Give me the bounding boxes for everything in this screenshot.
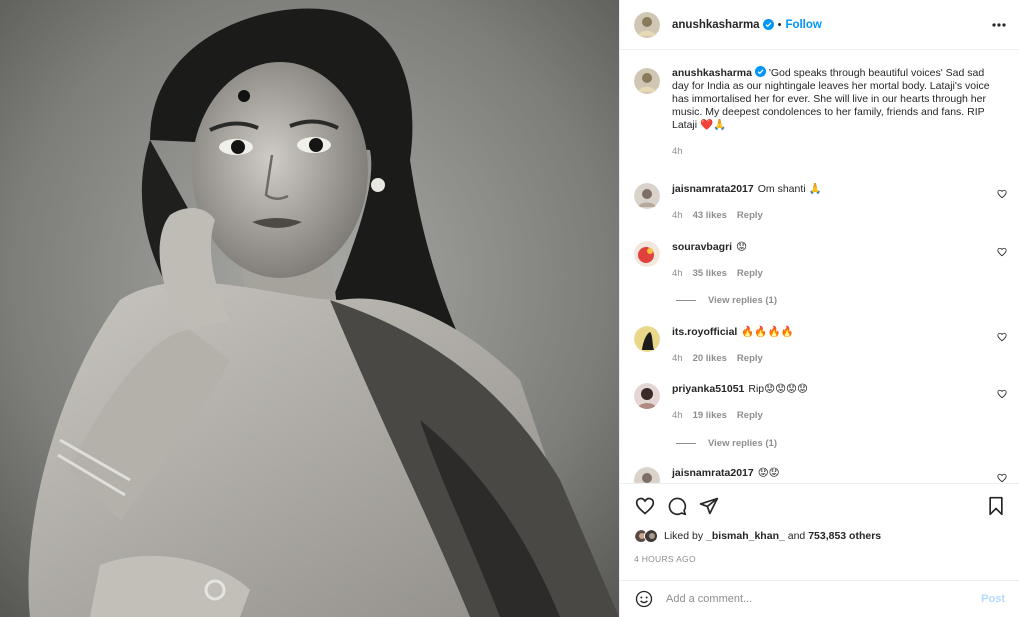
likes-prefix: Liked by: [664, 530, 707, 542]
comment-likes[interactable]: 43 likes: [693, 210, 727, 221]
avatar[interactable]: [634, 326, 660, 352]
view-replies-button[interactable]: View replies (1): [676, 295, 777, 306]
heart-icon[interactable]: [634, 495, 656, 517]
comment-time: 4h: [672, 353, 683, 364]
header-username[interactable]: anushkasharma: [672, 19, 760, 31]
avatar[interactable]: [644, 529, 658, 543]
comment-item: priyanka51051 Rip😟😟😟😟 4h 19 likes Reply: [634, 383, 1007, 421]
emoji-icon[interactable]: [634, 589, 654, 609]
post-timestamp[interactable]: 4 HOURS AGO: [634, 554, 696, 564]
heart-icon[interactable]: [997, 189, 1007, 199]
likes-text: Liked by _bismah_khan_ and 753,853 other…: [664, 530, 881, 542]
post-header: anushkasharma • Follow: [620, 0, 1019, 50]
more-horizontal-icon[interactable]: [991, 17, 1007, 33]
heart-icon[interactable]: [997, 247, 1007, 257]
comment-item: jaisnamrata2017 😟😟: [634, 467, 1007, 483]
comment-text: Rip😟😟😟😟: [748, 383, 808, 395]
post-button[interactable]: Post: [981, 593, 1005, 605]
share-icon[interactable]: [698, 495, 720, 517]
comment-username[interactable]: souravbagri: [672, 241, 732, 253]
follow-button[interactable]: Follow: [785, 19, 821, 31]
reply-button[interactable]: Reply: [737, 268, 763, 279]
add-comment-bar: Post: [620, 580, 1019, 617]
comment-item: souravbagri 😟 4h 35 likes Reply: [634, 241, 1007, 279]
comment-item: jaisnamrata2017 Om shanti 🙏 4h 43 likes R…: [634, 183, 1007, 221]
reply-button[interactable]: Reply: [737, 410, 763, 421]
divider-line: [676, 300, 696, 301]
caption-username[interactable]: anushkasharma: [672, 67, 752, 79]
verified-badge-icon: [762, 19, 774, 30]
comment-input[interactable]: [666, 593, 982, 605]
avatar[interactable]: [634, 68, 660, 94]
comment-time: 4h: [672, 410, 683, 421]
view-replies-label: View replies (1): [708, 438, 777, 449]
heart-icon[interactable]: [997, 332, 1007, 342]
comment-text: Om shanti 🙏: [757, 183, 822, 195]
likes-and: and: [784, 530, 809, 542]
avatar[interactable]: [634, 383, 660, 409]
view-replies-label: View replies (1): [708, 295, 777, 306]
bookmark-icon[interactable]: [985, 495, 1007, 517]
comment-text: 😟: [736, 241, 748, 253]
comment-text: 😟😟: [757, 467, 780, 479]
reply-button[interactable]: Reply: [737, 210, 763, 221]
comment-likes[interactable]: 35 likes: [693, 268, 727, 279]
comment-likes[interactable]: 19 likes: [693, 410, 727, 421]
view-replies-button[interactable]: View replies (1): [676, 438, 777, 449]
comment-likes[interactable]: 20 likes: [693, 353, 727, 364]
post-photo[interactable]: [0, 0, 619, 617]
post-sidebar: anushkasharma • Follow anushkasharma 'Go…: [619, 0, 1019, 617]
avatar[interactable]: [634, 183, 660, 209]
caption-body: anushkasharma 'God speaks through beauti…: [672, 66, 1002, 158]
comment-username[interactable]: jaisnamrata2017: [672, 467, 754, 479]
avatar[interactable]: [634, 467, 660, 483]
likes-summary: Liked by _bismah_khan_ and 753,853 other…: [634, 528, 1007, 544]
separator-dot: •: [777, 18, 782, 31]
verified-badge-icon: [754, 66, 766, 77]
avatar[interactable]: [634, 11, 660, 38]
comment-username[interactable]: its.royofficial: [672, 326, 737, 338]
divider-line: [676, 443, 696, 444]
comment-username[interactable]: priyanka51051: [672, 383, 744, 395]
comment-username[interactable]: jaisnamrata2017: [672, 183, 754, 195]
heart-icon[interactable]: [997, 473, 1007, 483]
post-actions: [620, 483, 1019, 528]
post-modal: anushkasharma • Follow anushkasharma 'Go…: [0, 0, 1019, 617]
likes-count[interactable]: 753,853 others: [808, 530, 881, 542]
comment-text: 🔥🔥🔥🔥: [741, 326, 794, 338]
liked-by-user[interactable]: _bismah_khan_: [706, 530, 785, 542]
post-caption: anushkasharma 'God speaks through beauti…: [620, 51, 1019, 158]
reply-button[interactable]: Reply: [737, 353, 763, 364]
comment-icon[interactable]: [666, 495, 688, 517]
heart-icon[interactable]: [997, 389, 1007, 399]
comment-time: 4h: [672, 268, 683, 279]
comments-list[interactable]: anushkasharma 'God speaks through beauti…: [620, 51, 1019, 483]
comment-item: its.royofficial 🔥🔥🔥🔥 4h 20 likes Reply: [634, 326, 1007, 364]
caption-time: 4h: [672, 146, 683, 157]
comment-time: 4h: [672, 210, 683, 221]
avatar[interactable]: [634, 241, 660, 267]
portrait-image: [0, 0, 619, 617]
